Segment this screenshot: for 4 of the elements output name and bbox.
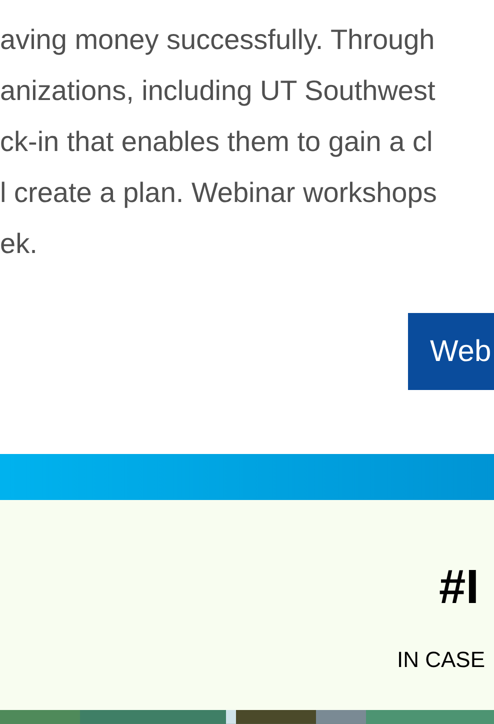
webinar-button[interactable]: Web bbox=[408, 312, 494, 390]
section-subheading: IN CASE bbox=[397, 646, 486, 673]
body-paragraph: aving money successfully. Through anizations, including UT Southwest ck-in that enables them to gain a cl l create a plan. Webinar workshops ek. bbox=[0, 22, 437, 261]
section-heading: #I bbox=[439, 560, 480, 616]
